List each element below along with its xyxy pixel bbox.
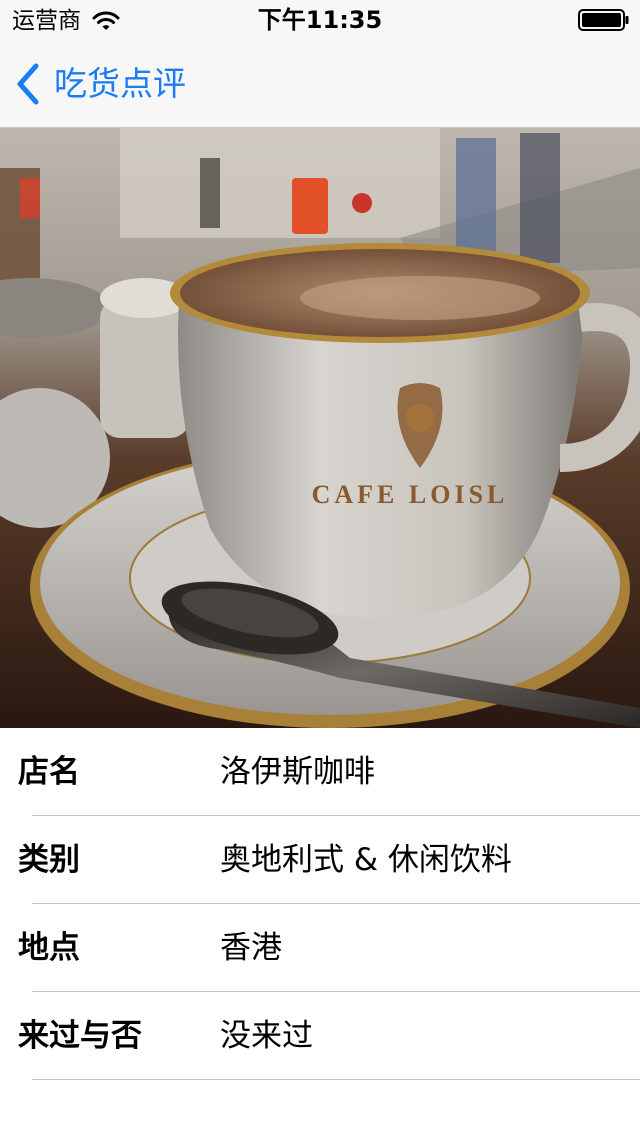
detail-value: 香港 — [220, 930, 282, 966]
detail-label: 来过与否 — [18, 1018, 142, 1054]
row-separator — [32, 1079, 640, 1080]
detail-row-visited: 来过与否 没来过 — [0, 992, 640, 1080]
detail-row-category: 类别 奥地利式 & 休闲饮料 — [0, 816, 640, 904]
detail-row-name: 店名 洛伊斯咖啡 — [0, 728, 640, 816]
back-button[interactable]: 吃货点评 — [14, 58, 186, 110]
status-time: 下午11:35 — [257, 6, 383, 34]
detail-row-location: 地点 香港 — [0, 904, 640, 992]
cup-brand-text: CAFE LOISL — [312, 480, 509, 509]
back-button-label: 吃货点评 — [54, 64, 186, 103]
battery-icon — [578, 9, 629, 31]
detail-label: 类别 — [18, 842, 80, 878]
restaurant-detail-list: 店名 洛伊斯咖啡 类别 奥地利式 & 休闲饮料 地点 香港 来过与否 没来过 — [0, 728, 640, 1080]
detail-value: 奥地利式 & 休闲饮料 — [220, 842, 512, 878]
coffee-cup-illustration: CAFE LOISL — [0, 128, 640, 728]
detail-label: 店名 — [18, 754, 80, 790]
detail-value: 没来过 — [220, 1018, 313, 1054]
detail-value: 洛伊斯咖啡 — [220, 754, 375, 790]
status-bar: 运营商 下午11:35 — [0, 0, 640, 40]
navigation-bar: 运营商 下午11:35 吃货点评 — [0, 0, 640, 128]
chevron-left-icon — [17, 63, 39, 105]
coffee-cup-photo: CAFE LOISL — [0, 128, 640, 728]
detail-label: 地点 — [18, 930, 80, 966]
